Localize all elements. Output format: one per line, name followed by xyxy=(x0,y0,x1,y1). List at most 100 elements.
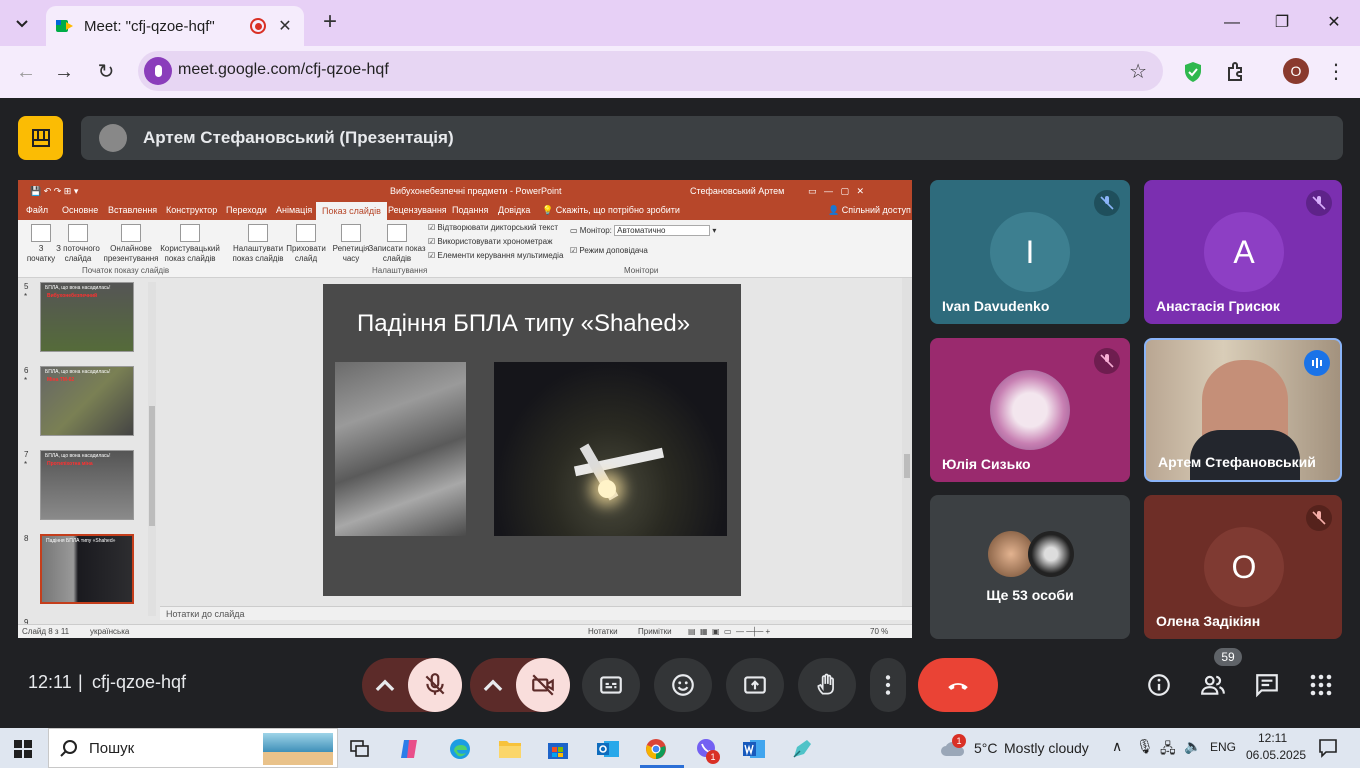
copilot-app[interactable] xyxy=(394,734,426,764)
word-app[interactable] xyxy=(738,734,770,764)
pp-tell-me: 💡 Скажіть, що потрібно зробити xyxy=(542,205,680,215)
participant-name: Анастасія Грисюк xyxy=(1156,298,1280,314)
tray-network-icon[interactable]: 🖧 xyxy=(1160,738,1176,762)
outlook-app[interactable] xyxy=(592,734,624,764)
meeting-clock: 12:11 xyxy=(28,672,72,692)
thumb-number: 6 xyxy=(24,366,29,375)
participant-name: Артем Стефановський xyxy=(1158,454,1316,470)
tray-mic-icon[interactable]: 🎙 xyxy=(1136,738,1154,755)
file-explorer-app[interactable] xyxy=(494,734,526,764)
address-bar[interactable]: meet.google.com/cfj-qzoe-hqf ☆ xyxy=(138,51,1163,91)
meeting-info-button[interactable] xyxy=(1144,670,1174,700)
more-options-button[interactable] xyxy=(870,658,906,712)
closed-captions-icon xyxy=(600,676,622,694)
mic-toggle-button[interactable] xyxy=(408,658,462,712)
task-view-button[interactable] xyxy=(344,734,376,764)
present-screen-button[interactable] xyxy=(726,658,784,712)
pp-menu-item: Довідка xyxy=(498,205,531,215)
pp-btn-from-start: З початку xyxy=(24,224,58,264)
activities-button[interactable] xyxy=(1306,670,1336,700)
pp-window-title: Вибухонебезпечні предмети - PowerPoint xyxy=(390,186,562,196)
viber-app[interactable]: 1 xyxy=(690,734,722,764)
participant-tile[interactable]: I Ivan Davudenko xyxy=(930,180,1130,324)
speaking-icon xyxy=(1304,350,1330,376)
reactions-button[interactable] xyxy=(654,658,712,712)
reload-button[interactable]: ↻ xyxy=(92,58,120,86)
chrome-menu-icon[interactable]: ⋮ xyxy=(1322,58,1350,86)
slide-thumbnails: 5 * БПЛА, що вона насадилась! Вибухонебе… xyxy=(18,278,158,627)
participant-tile[interactable]: O Олена Задікіян xyxy=(1144,495,1342,639)
edge-app[interactable] xyxy=(444,734,476,764)
windows-start-button[interactable] xyxy=(14,740,32,758)
new-tab-button[interactable]: + xyxy=(316,8,344,36)
end-call-icon xyxy=(948,683,968,690)
slide-scrollbar xyxy=(902,278,912,618)
raise-hand-button[interactable] xyxy=(798,658,856,712)
pp-btn-hide: Приховати слайд xyxy=(284,224,328,264)
forward-button[interactable]: → xyxy=(50,58,78,86)
pp-group-label: Початок показу слайдів xyxy=(82,266,170,275)
more-vertical-icon xyxy=(885,675,891,695)
maximize-button[interactable]: ❐ xyxy=(1262,8,1302,38)
tray-time[interactable]: 12:11 xyxy=(1258,731,1287,745)
bookmark-star-icon[interactable]: ☆ xyxy=(1129,59,1147,84)
participant-tile[interactable]: Юлія Сизько xyxy=(930,338,1130,482)
mic-muted-icon xyxy=(1094,190,1120,216)
tray-volume-icon[interactable]: 🔈 xyxy=(1184,738,1201,755)
weather-icon[interactable]: 1 xyxy=(940,734,968,760)
profile-avatar[interactable]: O xyxy=(1283,58,1309,84)
camera-toggle-button[interactable] xyxy=(516,658,570,712)
meet-stage: Артем Стефановський (Презентація) 💾 ↶ ↷ … xyxy=(0,98,1360,728)
pp-btn-record: Записати показ слайдів xyxy=(368,224,426,264)
pp-monitor: ▭ Монітор: Автоматично ▾ xyxy=(570,225,717,236)
minimize-button[interactable]: — xyxy=(1212,8,1252,38)
chrome-app[interactable] xyxy=(640,734,684,768)
audio-options-button[interactable] xyxy=(362,658,408,712)
store-app[interactable] xyxy=(542,734,574,764)
tray-date[interactable]: 06.05.2025 xyxy=(1246,748,1306,762)
mic-off-icon xyxy=(425,673,445,695)
pp-statusbar: Слайд 8 з 11 українська Нотатки Примітки… xyxy=(18,624,912,638)
google-meet-icon xyxy=(56,18,74,34)
meeting-code: cfj-qzoe-hqf xyxy=(92,672,187,692)
shield-extension-icon[interactable] xyxy=(1181,60,1205,84)
notifications-icon[interactable] xyxy=(1318,738,1338,758)
status-comments: Примітки xyxy=(638,627,672,636)
tray-language[interactable]: ENG xyxy=(1210,740,1236,754)
folder-icon xyxy=(499,741,521,758)
pp-check-media: ☑ Елементи керування мультимедіа xyxy=(428,251,564,260)
chevron-up-icon xyxy=(483,679,503,692)
participant-avatar-image xyxy=(1028,531,1074,577)
weather-temp: 5°C xyxy=(974,740,998,756)
participant-tile[interactable]: A Анастасія Грисюк xyxy=(1144,180,1342,324)
pp-menu-item: Анімація xyxy=(276,205,313,215)
pp-btn-from-current: З поточного слайда xyxy=(56,224,100,264)
pen-app[interactable] xyxy=(786,734,818,764)
chat-button[interactable] xyxy=(1252,670,1282,700)
thumb-number: 7 xyxy=(24,450,29,459)
browser-tab-meet[interactable]: Meet: "cfj-qzoe-hqf" ✕ xyxy=(46,6,304,46)
mic-muted-icon xyxy=(1306,505,1332,531)
view-buttons: ▤ ▦ ▣ ▭ — ─┼─ + xyxy=(688,627,771,636)
tab-search-button[interactable] xyxy=(8,9,36,37)
mic-active-icon[interactable] xyxy=(144,57,172,85)
participants-overflow-tile[interactable]: Ще 53 особи xyxy=(930,495,1130,639)
pp-menu-bar: Файл Основне Вставлення Конструктор Пере… xyxy=(18,202,912,220)
leave-call-button[interactable] xyxy=(918,658,998,712)
pp-btn-custom: Користувацький показ слайдів xyxy=(160,224,220,264)
people-button[interactable] xyxy=(1198,670,1228,700)
edge-icon xyxy=(450,739,470,759)
extensions-puzzle-icon[interactable] xyxy=(1224,60,1248,84)
video-options-button[interactable] xyxy=(470,658,516,712)
pp-menu-item: Подання xyxy=(452,205,489,215)
close-window-button[interactable]: ✕ xyxy=(1314,8,1354,38)
pp-check-narration: ☑ Відтворювати дикторський текст xyxy=(428,223,559,232)
back-button[interactable]: ← xyxy=(12,58,40,86)
tab-close-icon[interactable]: ✕ xyxy=(276,16,294,36)
participant-avatar: A xyxy=(1204,212,1284,292)
captions-button[interactable] xyxy=(582,658,640,712)
participant-tile-active[interactable]: Артем Стефановський xyxy=(1144,338,1342,482)
taskbar-search[interactable]: Пошук xyxy=(48,728,338,768)
tray-expand-icon[interactable]: ∧ xyxy=(1112,738,1122,755)
slide-thumbnail: БПЛА, що вона насадилась! Міна ТМ-62 xyxy=(40,366,134,436)
